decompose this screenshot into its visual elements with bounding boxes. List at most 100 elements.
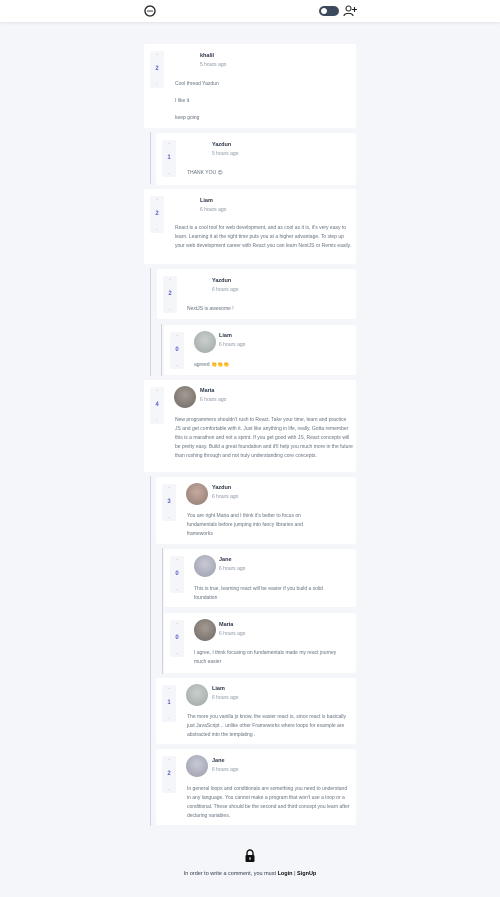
comment-time: 5 hours ago (212, 151, 239, 157)
upvote-icon[interactable]: ^ (150, 52, 164, 57)
upvote-icon[interactable]: ^ (162, 485, 176, 490)
comment-body: I agree, I think focusing on fundamental… (194, 650, 337, 665)
lock-icon (245, 849, 255, 862)
comment-author[interactable]: Yazdun (212, 485, 231, 492)
comment-body: NextJS is awesome ! (187, 306, 234, 312)
vote-count: 2 (167, 771, 171, 777)
login-prompt: In order to write a comment, you must Lo… (0, 871, 500, 877)
comment-author[interactable]: Maria (200, 388, 214, 395)
comment-card: ^ 3 − Yazdun 6 hours ago You are right M… (156, 477, 356, 544)
vote-control: ^ 1 − (162, 685, 176, 722)
comment-author[interactable]: Jane (219, 557, 232, 564)
upvote-icon[interactable]: ^ (162, 141, 176, 146)
vote-count: 0 (175, 635, 179, 641)
comment-card: ^ 2 − Jane 6 hours ago In general loops … (156, 749, 356, 825)
separator: | (294, 871, 296, 877)
comment-body: Cool thread Yazdun I like it keep going (175, 80, 350, 123)
login-link[interactable]: Login (278, 871, 293, 877)
comment-paragraph: I like it (175, 98, 190, 104)
downvote-icon[interactable]: − (170, 587, 184, 592)
avatar[interactable] (186, 755, 208, 777)
vote-control: ^ 2 − (150, 51, 164, 88)
comment-author[interactable]: Jane (212, 758, 225, 765)
comment-author[interactable]: Liam (200, 198, 213, 205)
downvote-icon[interactable]: − (162, 515, 176, 520)
comment-author[interactable]: khalil (200, 53, 214, 60)
comment-body: React is a cool tool for web development… (175, 225, 352, 249)
comment-card: ^ 1 − Yazdun 5 hours ago THANK YOU 😍 (156, 133, 356, 185)
downvote-icon[interactable]: − (163, 307, 177, 312)
vote-count: 2 (168, 291, 172, 297)
comment-body: This is true, learning react will be eas… (194, 586, 323, 601)
vote-control: ^ 2 − (150, 196, 164, 233)
comment-time: 6 hours ago (212, 287, 239, 293)
vote-count: 2 (155, 211, 159, 217)
avatar[interactable] (194, 555, 216, 577)
comment-author[interactable]: Maria (219, 622, 233, 629)
upvote-icon[interactable]: ^ (162, 686, 176, 691)
comment-author[interactable]: Yazdun (212, 142, 231, 149)
upvote-icon[interactable]: ^ (162, 757, 176, 762)
add-user-icon[interactable] (343, 4, 357, 18)
thread-line (150, 268, 151, 376)
comment-card: ^ 2 − Yazdun 6 hours ago NextJS is aweso… (157, 269, 356, 319)
vote-count: 0 (175, 347, 179, 353)
downvote-icon[interactable]: − (170, 651, 184, 656)
comment-body: agreed 👏👏👏 (194, 362, 230, 368)
comment-author[interactable]: Liam (219, 333, 232, 340)
login-prompt-text: In order to write a comment, you must (183, 871, 277, 877)
top-navbar (0, 0, 500, 22)
comment-time: 6 hours ago (212, 767, 239, 773)
comment-author[interactable]: Liam (212, 686, 225, 693)
avatar[interactable] (174, 386, 196, 408)
downvote-icon[interactable]: − (162, 716, 176, 721)
comment-card: ^ 4 − Maria 6 hours ago New programmers … (144, 380, 356, 472)
thread-line (150, 476, 151, 826)
avatar[interactable] (194, 331, 216, 353)
comment-author[interactable]: Yazdun (212, 278, 231, 285)
vote-control: ^ 0 − (170, 556, 184, 593)
avatar[interactable] (194, 619, 216, 641)
comment-time: 6 hours ago (219, 631, 246, 637)
thread-line (162, 548, 163, 674)
upvote-icon[interactable]: ^ (150, 197, 164, 202)
comment-time: 6 hours ago (212, 494, 239, 500)
vote-control: ^ 0 − (170, 332, 184, 369)
chat-bubble-icon[interactable] (144, 5, 156, 17)
downvote-icon[interactable]: − (170, 363, 184, 368)
upvote-icon[interactable]: ^ (170, 333, 184, 338)
comment-card: ^ 0 − Liam 6 hours ago agreed 👏👏👏 (164, 325, 356, 375)
comment-body: THANK YOU 😍 (187, 170, 223, 176)
downvote-icon[interactable]: − (162, 171, 176, 176)
comment-paragraph: Cool thread Yazdun (175, 81, 219, 87)
upvote-icon[interactable]: ^ (163, 277, 177, 282)
downvote-icon[interactable]: − (162, 787, 176, 792)
comment-card: ^ 2 − Liam 6 hours ago React is a cool t… (144, 189, 356, 264)
comment-time: 6 hours ago (219, 342, 246, 348)
vote-count: 2 (155, 66, 159, 72)
comment-body: You are right Maria and I think it's bet… (187, 513, 303, 537)
downvote-icon[interactable]: − (150, 227, 164, 232)
downvote-icon[interactable]: − (150, 82, 164, 87)
comment-body: In general loops and conditionals are so… (187, 786, 350, 819)
comment-time: 6 hours ago (219, 566, 246, 572)
avatar[interactable] (186, 483, 208, 505)
vote-control: ^ 2 − (163, 276, 177, 313)
vote-count: 1 (167, 155, 171, 161)
upvote-icon[interactable]: ^ (170, 557, 184, 562)
downvote-icon[interactable]: − (150, 418, 164, 423)
comment-time: 6 hours ago (200, 397, 227, 403)
upvote-icon[interactable]: ^ (150, 388, 164, 393)
theme-toggle[interactable] (319, 6, 339, 16)
vote-count: 0 (175, 571, 179, 577)
vote-count: 1 (167, 700, 171, 706)
signup-link[interactable]: SignUp (297, 871, 316, 877)
thread-line (150, 132, 151, 184)
comment-card: ^ 0 − Maria 6 hours ago I agree, I think… (164, 613, 356, 673)
thread-line (161, 324, 162, 376)
comment-paragraph: keep going (175, 115, 200, 121)
comment-time: 5 hours ago (200, 62, 227, 68)
vote-control: ^ 0 − (170, 620, 184, 657)
avatar[interactable] (186, 684, 208, 706)
upvote-icon[interactable]: ^ (170, 621, 184, 626)
